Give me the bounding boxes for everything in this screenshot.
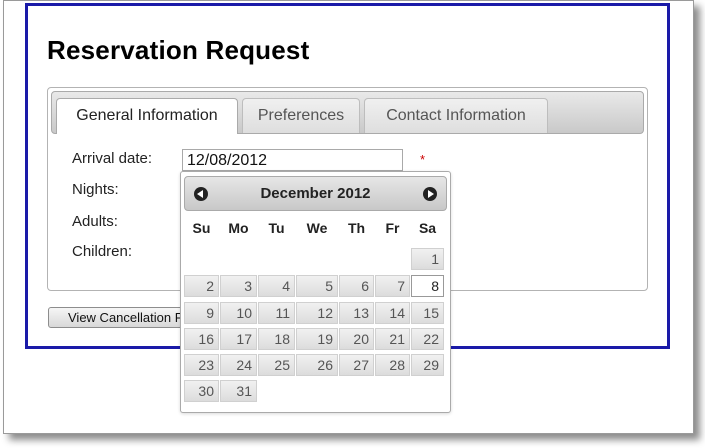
calendar-day[interactable]: 19	[296, 328, 338, 350]
weekday-header: We	[306, 220, 328, 236]
calendar-day[interactable]: 21	[375, 328, 410, 350]
weekday-header: Fr	[385, 220, 400, 236]
datepicker-header: December 2012	[184, 176, 447, 211]
children-label: Children:	[72, 243, 133, 260]
weekday-header: Th	[347, 220, 366, 236]
calendar-day[interactable]: 11	[258, 302, 295, 324]
datepicker-month-title: December 2012	[260, 185, 371, 202]
calendar-day[interactable]: 27	[339, 354, 374, 376]
calendar-day[interactable]: 2	[184, 275, 219, 297]
calendar-day[interactable]: 28	[375, 354, 410, 376]
calendar-day[interactable]: 18	[258, 328, 295, 350]
circle-triangle-e-icon[interactable]	[423, 187, 437, 201]
nights-label: Nights:	[72, 181, 119, 198]
calendar-day[interactable]: 10	[220, 302, 257, 324]
calendar-day[interactable]: 22	[411, 328, 444, 350]
calendar-day[interactable]: 16	[184, 328, 219, 350]
calendar-day[interactable]: 29	[411, 354, 444, 376]
calendar-day[interactable]: 17	[220, 328, 257, 350]
calendar-day[interactable]: 9	[184, 302, 219, 324]
tab-preferences[interactable]: Preferences	[242, 98, 360, 133]
datepicker: December 2012 Su Mo Tu We Th Fr Sa 1 2 3 4 5 6 7 8 9 10…	[180, 171, 451, 413]
calendar-day[interactable]: 14	[375, 302, 410, 324]
calendar-day[interactable]: 3	[220, 275, 257, 297]
calendar-day[interactable]: 30	[184, 380, 219, 402]
weekday-header: Tu	[268, 220, 285, 236]
arrival-date-input[interactable]: 12/08/2012	[182, 149, 403, 171]
calendar-day[interactable]: 8	[411, 275, 444, 297]
weekday-header: Su	[192, 220, 211, 236]
weekday-header: Mo	[228, 220, 249, 236]
page-title: Reservation Request	[47, 35, 310, 65]
calendar-day[interactable]: 24	[220, 354, 257, 376]
calendar-day[interactable]: 23	[184, 354, 219, 376]
arrival-date-label: Arrival date:	[72, 150, 153, 167]
calendar-day[interactable]: 25	[258, 354, 295, 376]
calendar-day[interactable]: 1	[411, 248, 444, 270]
calendar-day[interactable]: 4	[258, 275, 295, 297]
calendar-day[interactable]: 20	[339, 328, 374, 350]
required-indicator: *	[420, 152, 426, 167]
calendar-day[interactable]: 26	[296, 354, 338, 376]
tab-strip: General Information Preferences Contact …	[51, 91, 644, 134]
calendar-day[interactable]: 7	[375, 275, 410, 297]
calendar-day[interactable]: 6	[339, 275, 374, 297]
calendar-day[interactable]: 31	[220, 380, 257, 402]
calendar-day[interactable]: 15	[411, 302, 444, 324]
calendar-day[interactable]: 5	[296, 275, 338, 297]
calendar-day[interactable]: 12	[296, 302, 338, 324]
weekday-header: Sa	[418, 220, 437, 236]
calendar-day[interactable]: 13	[339, 302, 374, 324]
tab-general-information[interactable]: General Information	[56, 98, 238, 134]
tab-contact-information[interactable]: Contact Information	[364, 98, 548, 133]
adults-label: Adults:	[72, 213, 118, 230]
